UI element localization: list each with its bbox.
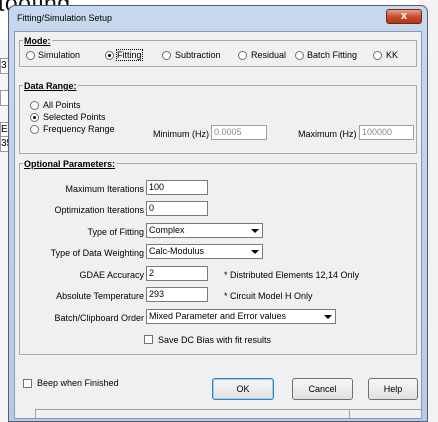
data-range-group-title: Data Range:	[23, 81, 78, 91]
gdae-accuracy-field[interactable]: 2	[146, 266, 208, 281]
data-weighting-select[interactable]: Calc-Modulus	[146, 244, 263, 259]
maximum-hz-label: Maximum (Hz)	[298, 129, 357, 139]
mode-batch-fitting-radio[interactable]	[295, 51, 304, 60]
mode-batch-fitting-label[interactable]: Batch Fitting	[307, 50, 357, 60]
mode-simulation-label[interactable]: Simulation	[38, 50, 80, 60]
save-dc-bias-checkbox[interactable]	[144, 335, 153, 344]
mode-simulation-radio[interactable]	[26, 51, 35, 60]
opt-iterations-label: Optimization Iterations	[54, 205, 144, 215]
status-bar-pane	[35, 409, 349, 419]
close-button[interactable]: x	[386, 9, 422, 24]
mode-fitting-radio[interactable]	[105, 51, 114, 60]
close-icon: x	[400, 10, 408, 22]
save-dc-bias-label[interactable]: Save DC Bias with fit results	[158, 335, 271, 345]
chevron-down-icon[interactable]	[321, 311, 334, 322]
batch-order-label: Batch/Clipboard Order	[54, 313, 144, 323]
chevron-down-icon[interactable]	[248, 225, 261, 236]
mode-subtraction-radio[interactable]	[162, 51, 171, 60]
optional-parameters-title: Optional Parameters:	[23, 159, 117, 169]
fitting-type-value: Complex	[149, 225, 185, 235]
range-frequency-radio[interactable]	[30, 125, 39, 134]
beep-when-finished-label[interactable]: Beep when Finished	[37, 378, 119, 388]
max-iterations-field[interactable]: 100	[146, 180, 208, 195]
minimum-hz-label: Minimum (Hz)	[153, 129, 209, 139]
optional-parameters-group: Optional Parameters: Maximum Iterations …	[19, 159, 417, 355]
batch-order-value: Mixed Parameter and Error values	[149, 311, 287, 321]
absolute-temperature-label: Absolute Temperature	[56, 291, 144, 301]
opt-iterations-field[interactable]: 0	[146, 201, 208, 216]
fitting-setup-dialog: Fitting/Simulation Setup x Mode: Simulat…	[8, 5, 428, 422]
data-weighting-label: Type of Data Weighting	[50, 248, 144, 258]
dialog-client-area: Mode: Simulation Fitting Subtraction Res…	[14, 31, 422, 419]
mode-kk-radio[interactable]	[373, 51, 382, 60]
dialog-title: Fitting/Simulation Setup	[17, 13, 113, 23]
fitting-type-label: Type of Fitting	[87, 227, 144, 237]
mode-fitting-label[interactable]: Fitting	[116, 49, 143, 61]
absolute-temperature-field[interactable]: 293	[146, 287, 208, 302]
range-all-points-radio[interactable]	[30, 101, 39, 110]
batch-order-select[interactable]: Mixed Parameter and Error values	[146, 309, 336, 324]
mode-subtraction-label[interactable]: Subtraction	[175, 50, 221, 60]
mode-residual-radio[interactable]	[238, 51, 247, 60]
absolute-temperature-note: * Circuit Model H Only	[224, 291, 313, 301]
chevron-down-icon[interactable]	[248, 246, 261, 257]
mode-group-title: Mode:	[23, 36, 52, 46]
range-frequency-label[interactable]: Frequency Range	[43, 124, 115, 134]
fitting-type-select[interactable]: Complex	[146, 223, 263, 238]
range-selected-points-radio[interactable]	[30, 113, 39, 122]
data-weighting-value: Calc-Modulus	[149, 246, 205, 256]
data-range-group: Data Range: All Points Selected Points F…	[19, 81, 417, 154]
gdae-note: * Distributed Elements 12,14 Only	[224, 270, 360, 280]
max-iterations-label: Maximum Iterations	[65, 184, 144, 194]
beep-when-finished-checkbox[interactable]	[23, 379, 32, 388]
ok-button[interactable]: OK	[212, 378, 274, 400]
range-selected-points-label[interactable]: Selected Points	[43, 112, 106, 122]
gdae-accuracy-label: GDAE Accuracy	[79, 270, 144, 280]
cancel-button[interactable]: Cancel	[292, 378, 353, 400]
status-bar-pane	[349, 409, 421, 419]
help-button[interactable]: Help	[368, 378, 418, 400]
mode-kk-label[interactable]: KK	[386, 50, 398, 60]
range-all-points-label[interactable]: All Points	[43, 100, 81, 110]
mode-residual-label[interactable]: Residual	[251, 50, 286, 60]
maximum-hz-field[interactable]: 100000	[359, 125, 414, 140]
minimum-hz-field[interactable]: 0.0005	[211, 125, 267, 140]
mode-group: Mode: Simulation Fitting Subtraction Res…	[19, 36, 417, 67]
